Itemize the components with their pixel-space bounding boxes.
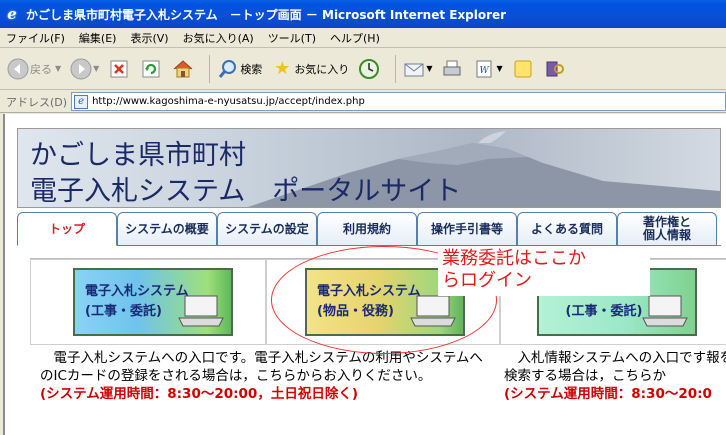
annotation-line1: 業務委託はここか <box>442 248 586 269</box>
browser-window: e かごしま県市町村電子入札システム －トップ画面 － Microsoft In… <box>0 0 726 435</box>
edit-button[interactable]: W ▼ <box>472 57 503 81</box>
refresh-icon <box>139 57 163 81</box>
tab-label: 利用規約 <box>342 221 391 236</box>
discuss-button[interactable] <box>511 57 535 81</box>
internet-explorer-icon: e <box>7 5 17 23</box>
tab-terms-of-use[interactable]: 利用規約 <box>317 212 417 246</box>
tab-label: よくある質問 <box>530 221 603 236</box>
menu-bar: ファイル(F) 編集(E) 表示(V) お気に入り(A) ツール(T) ヘルプ(… <box>0 28 726 48</box>
stop-icon <box>107 57 131 81</box>
description-text: 電子入札システムへの入口です。電子入札システムの利用やシステムへのICカードの登… <box>40 350 483 384</box>
tab-copyright-privacy[interactable]: 著作権と 個人情報 <box>617 212 717 246</box>
button-label-line2: (物品・役務) <box>317 304 394 319</box>
star-icon: ★ <box>274 58 291 79</box>
address-bar: アドレス(D) e http://www.kagoshima-e-nyusats… <box>0 91 726 113</box>
home-icon <box>171 57 195 81</box>
favorites-button[interactable]: ★ お気に入り <box>270 57 349 81</box>
button-label-line1: 電子入札システム <box>317 284 421 299</box>
menu-edit[interactable]: 編集(E) <box>79 30 117 46</box>
operating-hours: (システム運用時間：8:30～20:0 <box>504 386 712 402</box>
window-title: かごしま県市町村電子入札システム －トップ画面 － Microsoft Inte… <box>26 7 507 22</box>
home-button[interactable] <box>171 57 195 81</box>
address-label: アドレス(D) <box>6 95 68 109</box>
search-icon <box>216 57 240 81</box>
tab-label: システムの概要 <box>125 221 209 236</box>
forward-button[interactable]: ▼ <box>69 57 99 81</box>
title-bar: e かごしま県市町村電子入札システム －トップ画面 － Microsoft In… <box>0 0 726 28</box>
operating-hours: (システム運用時間：8:30～20:00，土日祝日除く) <box>40 386 358 402</box>
menu-tools[interactable]: ツール(T) <box>268 30 316 46</box>
search-label: 検索 <box>240 62 263 76</box>
mail-button[interactable]: ▼ <box>402 57 432 81</box>
note-icon <box>511 57 535 81</box>
tab-label-line2: 個人情報 <box>642 228 691 242</box>
e-bidding-description: 電子入札システムへの入口です。電子入札システムの利用やシステムへのICカードの登… <box>40 349 488 403</box>
svg-text:W: W <box>480 66 490 76</box>
menu-help[interactable]: ヘルプ(H) <box>330 30 380 46</box>
chevron-down-icon: ▼ <box>496 64 503 73</box>
cell-construction: 電子入札システム (工事・委託) <box>30 259 266 345</box>
toolbar: 戻る ▼ ▼ 検索 ★ お気に入り ▼ W ▼ <box>0 48 726 90</box>
banner-title-line1: かごしま県市町村 <box>30 140 246 171</box>
button-label-line2: (工事・委託) <box>85 304 162 319</box>
button-label-line1: 電子入札システム <box>85 284 189 299</box>
print-button[interactable] <box>440 57 464 81</box>
tab-system-settings[interactable]: システムの設定 <box>217 212 317 246</box>
tab-manuals[interactable]: 操作手引書等 <box>417 212 517 246</box>
portal-banner: かごしま県市町村 電子入札システム ポータルサイト <box>17 128 721 208</box>
back-button[interactable]: 戻る ▼ <box>6 57 61 81</box>
tab-label: トップ <box>48 221 85 236</box>
chevron-down-icon: ▼ <box>93 64 100 73</box>
refresh-button[interactable] <box>139 57 163 81</box>
bid-info-description: 入札情報システムへの入口です報を検索する場合は，こちらか (システム運用時間：8… <box>504 349 726 409</box>
toolbar-separator <box>395 54 397 83</box>
chevron-down-icon: ▼ <box>426 64 433 73</box>
tab-label: システムの設定 <box>225 221 309 236</box>
annotation-line2: らログイン <box>442 270 532 291</box>
back-label: 戻る <box>30 62 52 76</box>
history-button[interactable] <box>357 57 381 81</box>
tab-system-overview[interactable]: システムの概要 <box>117 212 217 246</box>
e-bidding-construction-button[interactable]: 電子入札システム (工事・委託) <box>73 268 233 336</box>
laptop-icon <box>410 295 456 327</box>
research-icon <box>543 57 567 81</box>
annotation-note: 業務委託はここか らログイン <box>438 246 650 296</box>
address-input[interactable]: e http://www.kagoshima-e-nyusatsu.jp/acc… <box>71 92 726 111</box>
search-button[interactable]: 検索 <box>216 57 262 81</box>
menu-favorites[interactable]: お気に入り(A) <box>183 30 254 46</box>
nav-tabs: トップ システムの概要 システムの設定 利用規約 操作手引書等 よくある質問 著… <box>17 210 721 246</box>
banner-title-line2: 電子入札システム ポータルサイト <box>30 176 462 207</box>
forward-arrow-icon <box>69 57 93 81</box>
description-text: 入札情報システムへの入口です報を検索する場合は，こちらか <box>504 350 726 384</box>
chevron-down-icon: ▼ <box>55 64 62 73</box>
mail-icon <box>402 57 426 81</box>
tab-top[interactable]: トップ <box>17 212 117 246</box>
back-arrow-icon <box>6 57 30 81</box>
button-label-line2: (工事・委託) <box>565 304 643 319</box>
history-icon <box>357 57 381 81</box>
favorites-label: お気に入り <box>294 62 350 76</box>
laptop-icon <box>642 295 688 327</box>
page-icon: e <box>74 94 89 109</box>
menu-file[interactable]: ファイル(F) <box>6 30 65 46</box>
menu-view[interactable]: 表示(V) <box>130 30 168 46</box>
word-icon: W <box>472 57 496 81</box>
research-button[interactable] <box>543 57 567 81</box>
address-url: http://www.kagoshima-e-nyusatsu.jp/accep… <box>92 96 365 107</box>
laptop-icon <box>178 295 224 327</box>
toolbar-separator <box>209 54 211 83</box>
stop-button[interactable] <box>107 57 131 81</box>
printer-icon <box>440 57 464 81</box>
tab-label: 操作手引書等 <box>430 221 503 236</box>
tab-faq[interactable]: よくある質問 <box>517 212 617 246</box>
